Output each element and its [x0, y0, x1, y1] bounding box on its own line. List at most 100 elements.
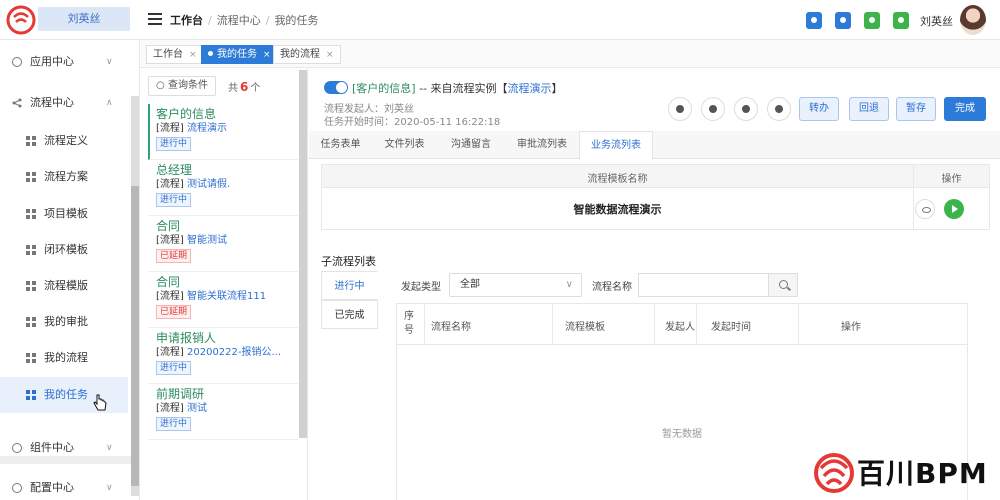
task-detail: [客户的信息] -- 来自流程实例【流程演示】 流程发起人：刘英丝 任务开始时间…: [309, 68, 1000, 500]
tab-messages[interactable]: 沟通留言: [437, 131, 505, 159]
lock-icon[interactable]: [701, 97, 725, 121]
page-tabs: 工作台 × 我的任务 × 我的流程 ×: [140, 40, 1000, 68]
headline-mid: -- 来自流程实例【: [415, 82, 508, 95]
sidebar-item-closed-loop-template[interactable]: 闭环模板: [0, 232, 128, 268]
status-badge: 进行中: [156, 417, 192, 431]
chevron-down-icon: ∨: [106, 483, 113, 493]
task-flow-name: 智能测试: [187, 235, 227, 246]
tab-label: 我的流程: [280, 49, 320, 60]
task-item[interactable]: 合同 [流程] 智能关联流程111 已延期: [148, 272, 298, 328]
task-flow-name: 20200222-报销公...: [187, 347, 282, 358]
sidebar-item-my-approval[interactable]: 我的审批: [0, 304, 128, 340]
status-badge: 已延期: [156, 249, 192, 263]
task-flow-name: 流程演示: [187, 123, 227, 134]
close-icon[interactable]: ×: [263, 50, 271, 60]
subflow-table-header: 序号 流程名称 流程模板 发起人 发起时间 操作: [397, 303, 967, 345]
menu-toggle-icon[interactable]: [148, 13, 162, 25]
task-flow-name: 智能关联流程111: [187, 291, 267, 302]
app-center-icon: [12, 57, 22, 67]
headline-flow-link[interactable]: 流程演示: [508, 82, 552, 95]
tab-my-flows[interactable]: 我的流程 ×: [273, 45, 341, 64]
message-icon[interactable]: [864, 12, 880, 29]
breadcrumb-item[interactable]: 流程中心: [217, 14, 261, 27]
sidebar-item-my-tasks[interactable]: 我的任务: [0, 377, 128, 413]
column-header: 序号: [404, 311, 414, 336]
brand-logo: 百川BPM: [813, 448, 1000, 500]
lock-icon[interactable]: [893, 12, 909, 29]
brand-name: 百川BPM: [857, 457, 988, 490]
sidebar-item-app-center[interactable]: 应用中心 ∨: [0, 44, 128, 80]
subflow-tab-completed[interactable]: 已完成: [321, 300, 378, 329]
column-header: 流程模板: [565, 322, 605, 333]
sidebar-item-label: 应用中心: [30, 55, 74, 68]
task-flow-name: 测试: [187, 403, 207, 414]
share-icon: [12, 98, 22, 108]
task-item[interactable]: 合同 [流程] 智能测试 已延期: [148, 216, 298, 272]
image-icon[interactable]: [734, 97, 758, 121]
table-row[interactable]: 智能数据流程演示: [321, 188, 990, 230]
logo-icon: [6, 5, 36, 35]
top-header: 刘英丝 工作台 / 流程中心 / 我的任务 刘英丝: [0, 0, 1000, 40]
info-icon[interactable]: [668, 97, 692, 121]
bell-icon[interactable]: [835, 12, 851, 29]
tab-workbench[interactable]: 工作台 ×: [146, 45, 204, 64]
info-icon[interactable]: [806, 12, 822, 29]
task-list-scrollbar[interactable]: [299, 70, 307, 438]
select-value: 全部: [460, 279, 480, 290]
task-item[interactable]: 客户的信息 [流程] 流程演示 进行中: [148, 104, 298, 160]
close-icon[interactable]: ×: [326, 50, 334, 60]
task-item[interactable]: 前期调研 [流程] 测试 进行中: [148, 384, 298, 440]
count-suffix: 个: [250, 83, 261, 94]
sidebar-item-my-flows[interactable]: 我的流程: [0, 340, 128, 376]
sidebar-item-flow-center[interactable]: 流程中心 ∧: [0, 85, 128, 121]
sidebar-item-label: 我的任务: [44, 388, 88, 401]
search-button[interactable]: [768, 273, 798, 297]
view-icon[interactable]: [915, 199, 935, 219]
sidebar-item-project-template[interactable]: 项目模板: [0, 196, 128, 232]
task-prefix: [流程]: [156, 179, 184, 190]
filter-type-select[interactable]: 全部 ∨: [449, 273, 582, 297]
save-draft-button[interactable]: 暂存: [896, 97, 936, 121]
sidebar-item-flow-plan[interactable]: 流程方案: [0, 159, 128, 195]
transfer-button[interactable]: 转办: [799, 97, 839, 121]
start-flow-icon[interactable]: [944, 199, 964, 219]
finish-button[interactable]: 完成: [944, 97, 986, 121]
header-user-name[interactable]: 刘英丝: [920, 13, 953, 29]
back-button[interactable]: 回退: [849, 97, 889, 121]
print-icon[interactable]: [767, 97, 791, 121]
sidebar: 应用中心 ∨ 流程中心 ∧ 流程定义 流程方案 项目模板 闭环模板 流程模版 我…: [0, 40, 140, 500]
task-prefix: [流程]: [156, 235, 184, 246]
sidebar-item-label: 闭环模板: [44, 243, 88, 256]
sidebar-horizontal-scrollbar[interactable]: [0, 456, 131, 464]
sidebar-item-label: 配置中心: [30, 481, 74, 494]
close-icon[interactable]: ×: [189, 50, 197, 60]
column-header: 操作: [941, 174, 962, 185]
task-prefix: [流程]: [156, 403, 184, 414]
status-badge: 已延期: [156, 305, 192, 319]
avatar[interactable]: [960, 5, 986, 35]
task-item[interactable]: 申请报销人 [流程] 20200222-报销公... 进行中: [148, 328, 298, 384]
sidebar-scrollbar[interactable]: [131, 96, 139, 496]
query-conditions-button[interactable]: ○ 查询条件: [148, 76, 216, 96]
sidebar-item-config-center[interactable]: 配置中心 ∨: [0, 470, 128, 500]
subflow-tab-running[interactable]: 进行中: [321, 271, 378, 300]
sidebar-item-flow-definition[interactable]: 流程定义: [0, 123, 128, 159]
tab-business-flow-list[interactable]: 业务流列表: [579, 131, 653, 160]
flow-name-input[interactable]: [638, 273, 768, 297]
sidebar-item-flow-template[interactable]: 流程模版: [0, 268, 128, 304]
tab-my-tasks[interactable]: 我的任务 ×: [201, 45, 278, 64]
tab-approval-flow-list[interactable]: 审批流列表: [505, 131, 579, 159]
breadcrumb-item[interactable]: 工作台: [170, 14, 203, 27]
tab-file-list[interactable]: 文件列表: [372, 131, 437, 159]
subflow-title: 子流程列表: [321, 255, 376, 268]
user-name-pill[interactable]: 刘英丝: [38, 7, 130, 31]
chevron-down-icon: ∨: [565, 279, 573, 290]
scrollbar-thumb[interactable]: [131, 186, 139, 486]
chevron-up-icon: ∧: [106, 98, 113, 108]
template-name-cell: 智能数据流程演示: [573, 203, 662, 216]
tab-task-form[interactable]: 任务表单: [309, 131, 372, 159]
task-list-panel: ○ 查询条件 共6个 客户的信息 [流程] 流程演示 进行中 总经理 [流程] …: [140, 68, 308, 500]
toggle-switch[interactable]: [324, 81, 348, 94]
task-flow-name: 测试请假.: [187, 179, 231, 190]
task-item[interactable]: 总经理 [流程] 测试请假. 进行中: [148, 160, 298, 216]
